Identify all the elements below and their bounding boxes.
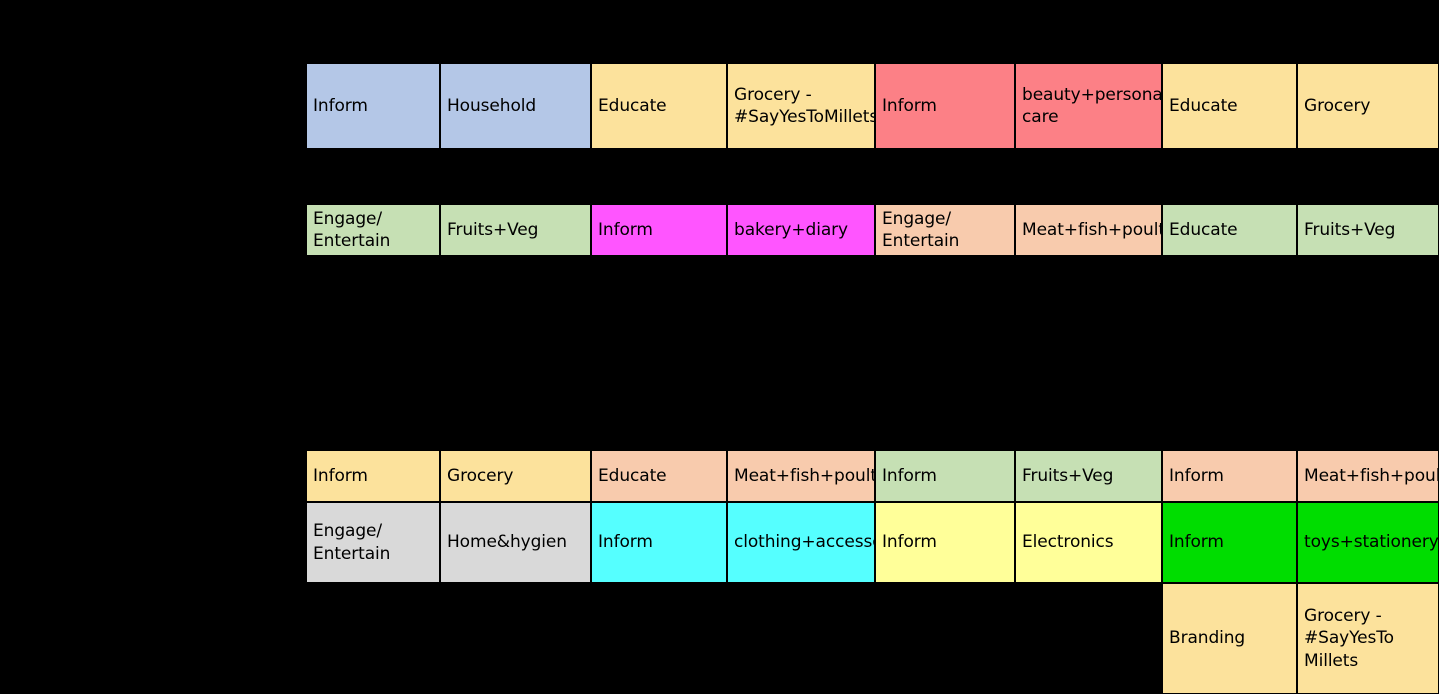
matrix-cell[interactable]: toys+stationery — [1297, 502, 1439, 583]
matrix-cell[interactable]: Home&hygien — [440, 502, 591, 583]
matrix-cell[interactable]: Inform — [306, 63, 440, 149]
matrix-cell[interactable]: Educate — [1162, 63, 1297, 149]
matrix-cell-label: Inform — [598, 219, 653, 240]
matrix-cell[interactable]: Inform — [306, 450, 440, 502]
matrix-cell-label: Fruits+Veg — [1022, 465, 1114, 486]
matrix-cell-label: Inform — [882, 532, 937, 553]
matrix-cell-label: Inform — [598, 532, 653, 553]
matrix-cell[interactable]: Educate — [591, 450, 727, 502]
matrix-cell-label: Household — [447, 95, 537, 116]
matrix-cell-label: Meat+fish+poultry — [1022, 219, 1161, 240]
matrix-cell[interactable]: Branding — [1162, 583, 1297, 694]
matrix-cell-label: Engage/ Entertain — [313, 208, 391, 251]
matrix-board: Inform Household Educate Grocery - #SayYesT… — [0, 0, 1439, 694]
matrix-cell[interactable]: bakery+diary — [727, 204, 875, 256]
matrix-cell[interactable]: Electronics — [1015, 502, 1162, 583]
matrix-cell[interactable]: Fruits+Veg — [1297, 204, 1439, 256]
matrix-cell-label: Educate — [598, 95, 667, 116]
matrix-cell[interactable]: Educate — [1162, 204, 1297, 256]
matrix-cell[interactable]: Inform — [1162, 450, 1297, 502]
matrix-cell-label: Grocery — [447, 465, 514, 486]
matrix-cell[interactable]: Meat+fish+poultry — [1297, 450, 1439, 502]
matrix-cell-label: Engage/ Entertain — [313, 521, 391, 564]
matrix-cell[interactable]: Inform — [875, 63, 1015, 149]
matrix-cell[interactable]: Engage/ Entertain — [306, 204, 440, 256]
matrix-cell[interactable]: Meat+fish+poultry — [1015, 204, 1162, 256]
matrix-cell-label: Educate — [1169, 95, 1238, 116]
matrix-cell[interactable]: Inform — [1162, 502, 1297, 583]
matrix-cell-label: bakery+diary — [734, 219, 848, 240]
matrix-cell[interactable]: beauty+personal care — [1015, 63, 1162, 149]
matrix-cell-label: Inform — [313, 95, 368, 116]
matrix-cell-label: Inform — [1169, 532, 1224, 553]
matrix-cell[interactable]: Household — [440, 63, 591, 149]
matrix-cell[interactable]: Meat+fish+poultry — [727, 450, 875, 502]
matrix-cell-label: Inform — [882, 95, 937, 116]
matrix-cell-label: clothing+accessories — [734, 532, 874, 553]
matrix-cell-label: Branding — [1169, 628, 1246, 649]
matrix-cell[interactable]: Inform — [591, 204, 727, 256]
matrix-cell[interactable]: Inform — [875, 502, 1015, 583]
matrix-cell[interactable]: Engage/ Entertain — [306, 502, 440, 583]
matrix-cell-label: Grocery — [1304, 95, 1371, 116]
matrix-cell-label: Engage/ Entertain — [882, 208, 960, 251]
matrix-cell[interactable]: Grocery - #SayYesToMillets — [727, 63, 875, 149]
matrix-cell[interactable]: Grocery - #SayYesTo Millets — [1297, 583, 1439, 694]
matrix-cell-label: Grocery - #SayYesTo Millets — [1304, 606, 1400, 671]
matrix-cell[interactable]: Engage/ Entertain — [875, 204, 1015, 256]
matrix-cell[interactable]: Grocery — [1297, 63, 1439, 149]
matrix-cell[interactable]: Educate — [591, 63, 727, 149]
matrix-cell-label: Inform — [313, 465, 368, 486]
matrix-cell[interactable]: Fruits+Veg — [1015, 450, 1162, 502]
matrix-cell-label: Inform — [1169, 465, 1224, 486]
matrix-cell[interactable]: clothing+accessories — [727, 502, 875, 583]
matrix-cell-label: Educate — [598, 465, 667, 486]
matrix-cell-label: Educate — [1169, 219, 1238, 240]
matrix-cell-label: Inform — [882, 465, 937, 486]
matrix-cell-label: Electronics — [1022, 532, 1114, 553]
matrix-cell[interactable]: Fruits+Veg — [440, 204, 591, 256]
matrix-cell[interactable]: Grocery — [440, 450, 591, 502]
matrix-cell-label: toys+stationery — [1304, 532, 1439, 553]
matrix-cell-label: Grocery - #SayYesToMillets — [734, 84, 875, 127]
matrix-cell-label: beauty+personal care — [1022, 84, 1162, 127]
matrix-cell-label: Home&hygien — [447, 532, 567, 553]
matrix-cell-label: Meat+fish+poultry — [734, 465, 874, 486]
matrix-cell[interactable]: Inform — [591, 502, 727, 583]
matrix-cell-label: Fruits+Veg — [447, 219, 539, 240]
matrix-cell-label: Meat+fish+poultry — [1304, 465, 1439, 486]
matrix-cell[interactable]: Inform — [875, 450, 1015, 502]
matrix-cell-label: Fruits+Veg — [1304, 219, 1396, 240]
